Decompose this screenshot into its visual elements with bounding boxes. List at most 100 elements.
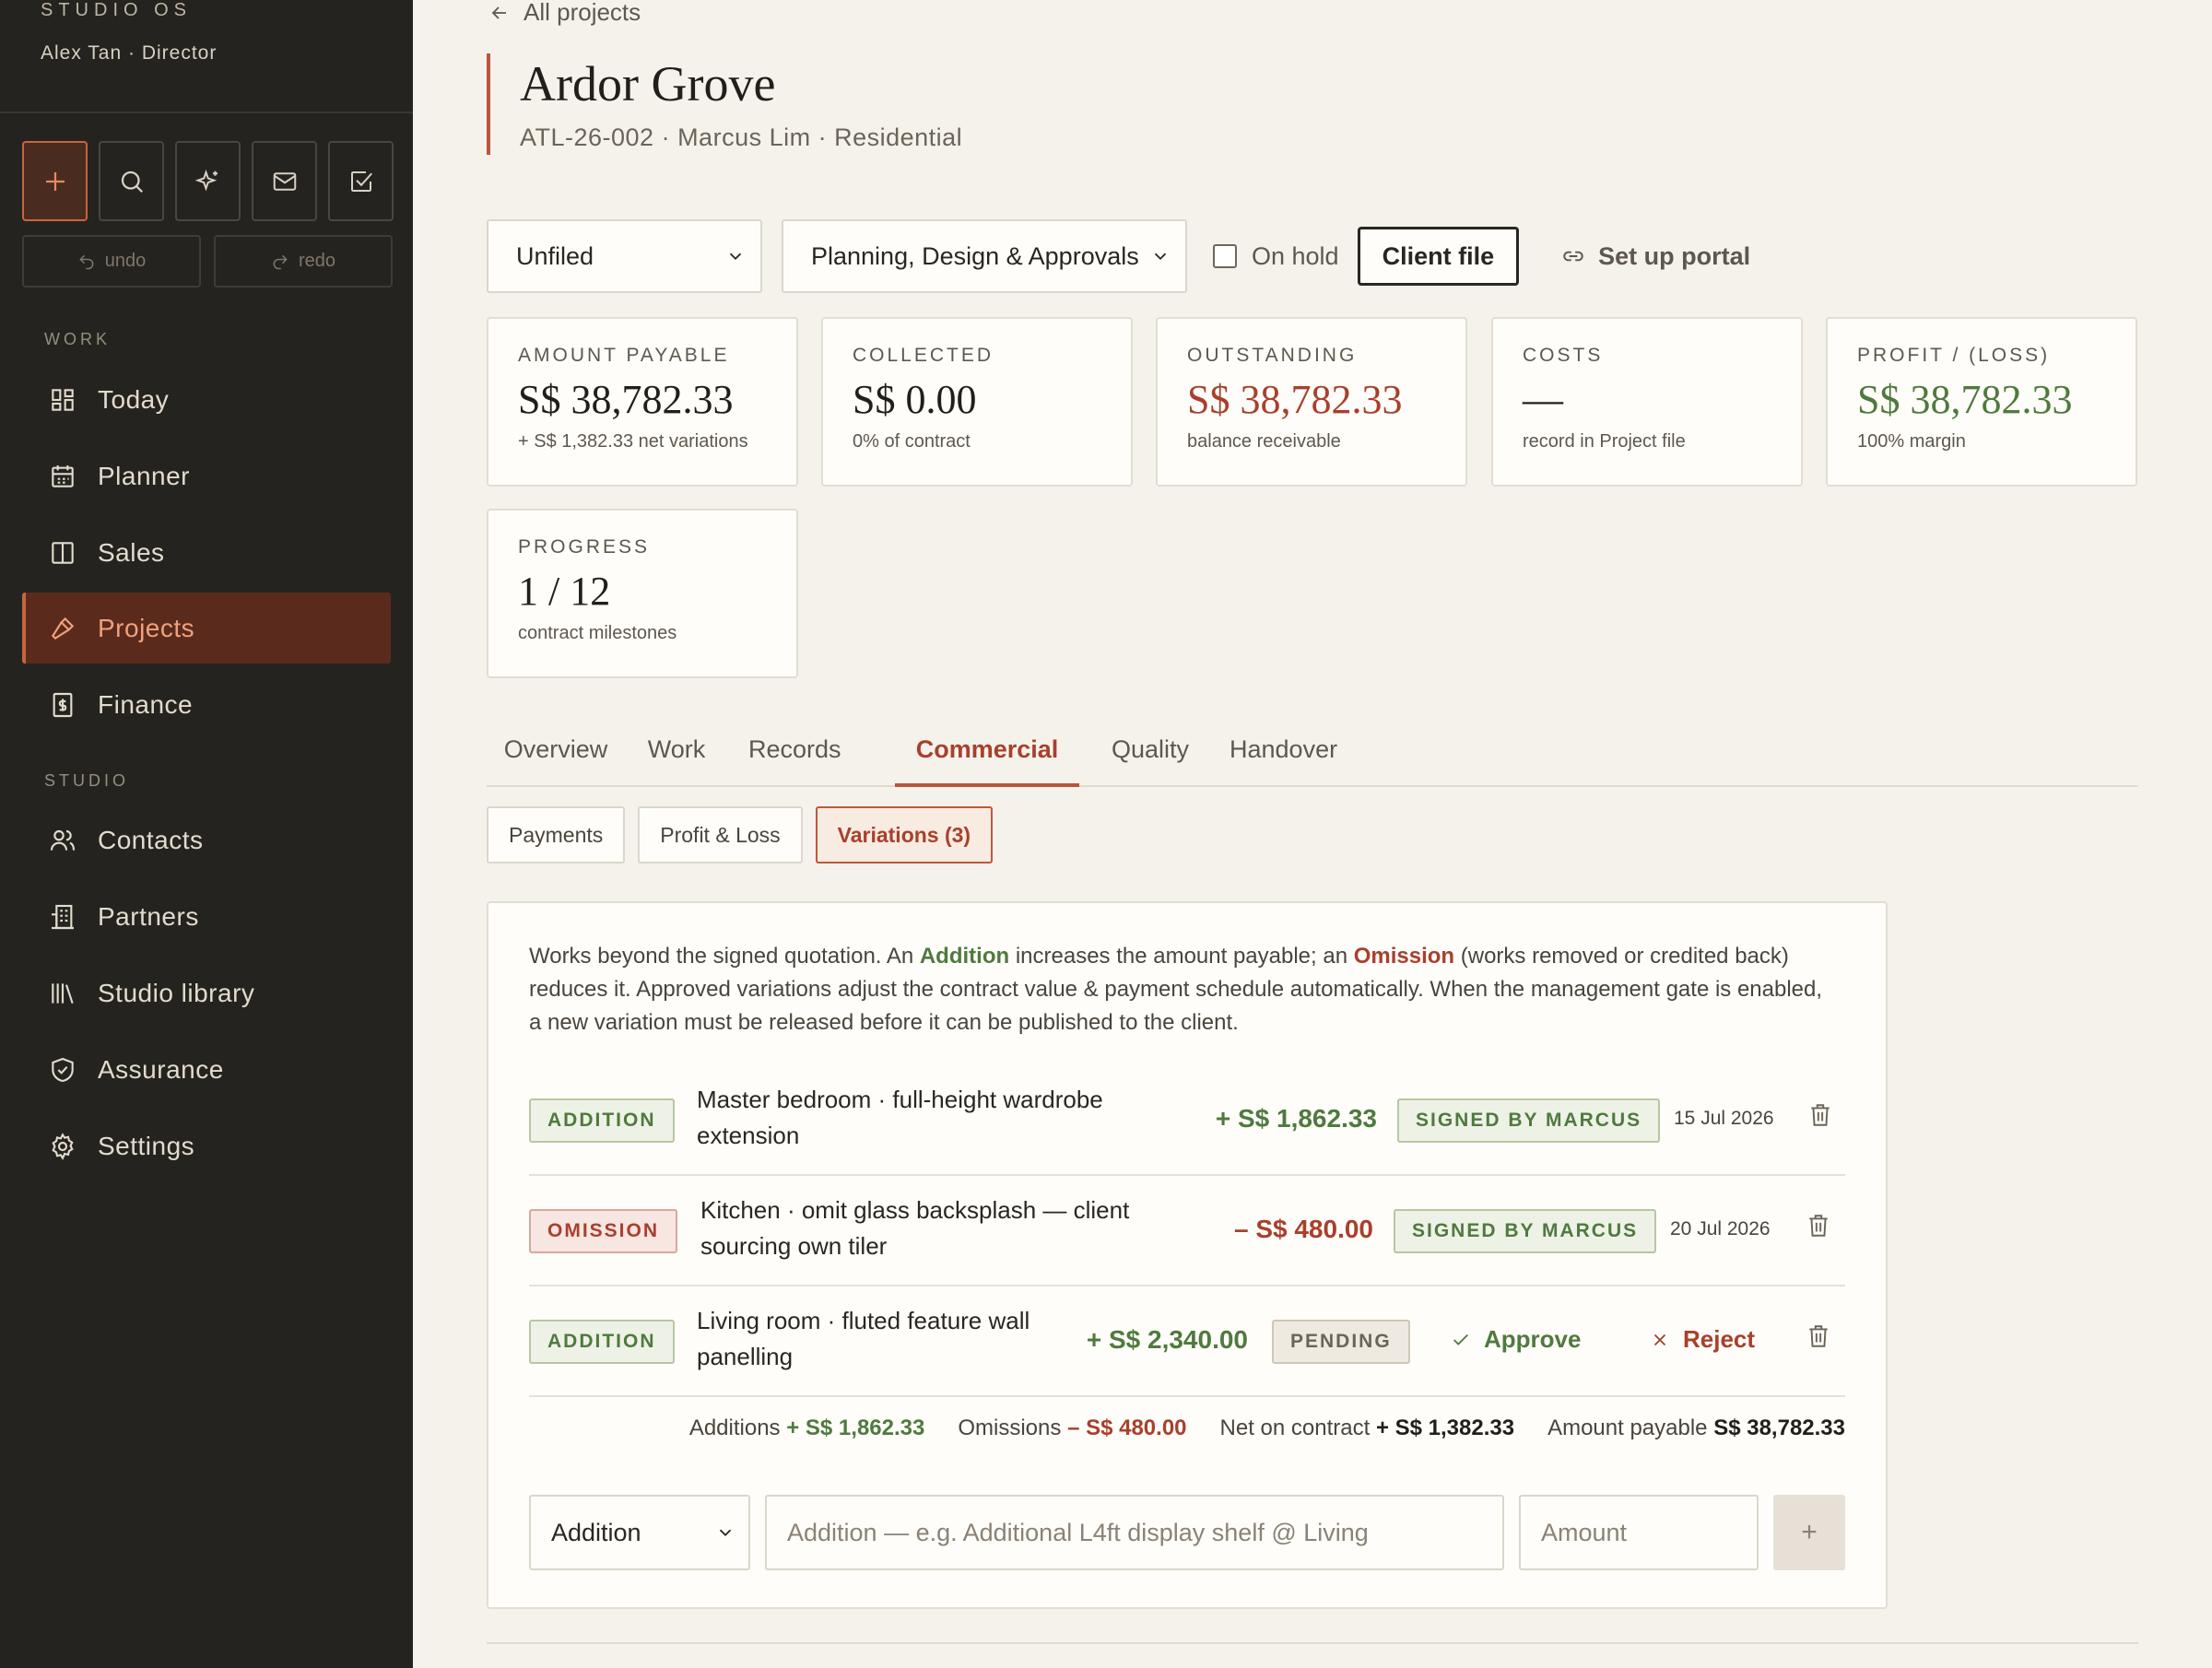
tab-quality[interactable]: Quality [1110, 719, 1191, 787]
mail-icon [273, 171, 296, 191]
variation-date: 15 Jul 2026 [1674, 1108, 1774, 1129]
tab-records[interactable]: Records [748, 719, 841, 787]
mail-button[interactable] [252, 141, 317, 221]
variation-description: Kitchen · omit glass backsplash — client… [700, 1196, 1130, 1260]
status-badge: SIGNED BY MARCUS [1397, 1098, 1661, 1143]
kpi-value: S$ 38,782.33 [1857, 377, 2073, 422]
nav-item-partners[interactable]: Partners [22, 881, 391, 952]
approve-button[interactable]: Approve [1451, 1325, 1581, 1354]
nav-item-today[interactable]: Today [22, 364, 391, 435]
nav-item-studio-library[interactable]: Studio library [22, 957, 391, 1028]
portal-label: Set up portal [1598, 241, 1751, 270]
chevron-down-icon [1154, 253, 1167, 261]
variation-type-select[interactable]: Addition [529, 1495, 750, 1570]
tab-handover[interactable]: Handover [1230, 719, 1337, 787]
type-badge: OMISSION [529, 1209, 678, 1253]
variation-amount-input[interactable]: Amount [1519, 1495, 1759, 1570]
sidebar-divider [0, 112, 413, 113]
library-icon [52, 982, 74, 1004]
trash-icon[interactable] [1808, 1102, 1832, 1128]
variation-totals: Additions + S$ 1,862.33 Omissions – S$ 4… [689, 1415, 1845, 1441]
project-tabs: Overview Work Records Commercial Quality… [487, 719, 2138, 787]
user-name-role: Alex Tan · Director [41, 42, 218, 64]
stage-select[interactable]: Planning, Design & Approvals [782, 219, 1187, 293]
commercial-subtabs: Payments Profit & Loss Variations (3) [487, 806, 994, 863]
kpi-sub: + S$ 1,382.33 net variations [518, 431, 748, 452]
redo-button[interactable]: redo [214, 235, 393, 288]
tasks-button[interactable] [328, 141, 394, 221]
gear-icon [52, 1132, 74, 1160]
kpi-value: S$ 38,782.33 [1187, 377, 1403, 422]
variation-date: 20 Jul 2026 [1670, 1218, 1771, 1239]
type-value: Addition [551, 1518, 641, 1546]
chevron-down-icon [729, 253, 742, 261]
nav-label: Projects [98, 613, 195, 642]
arrow-left-icon [491, 6, 506, 19]
history-controls: undo redo [22, 235, 393, 288]
tab-work[interactable]: Work [643, 719, 710, 787]
client-file-button[interactable]: Client file [1357, 227, 1520, 286]
trash-icon[interactable] [1806, 1213, 1830, 1239]
kpi-label: PROFIT / (LOSS) [1857, 345, 2051, 366]
kpi-value: 1 / 12 [518, 569, 611, 614]
total-label: Omissions [958, 1415, 1062, 1440]
link-icon [1563, 251, 1583, 262]
check-icon [1453, 1333, 1468, 1345]
kpi-sub: 100% margin [1857, 431, 1966, 452]
nav-item-assurance[interactable]: Assurance [22, 1034, 391, 1105]
tab-commercial[interactable]: Commercial [895, 719, 1079, 787]
variation-amount: – S$ 480.00 [1233, 1215, 1373, 1243]
calendar-icon [52, 464, 74, 487]
kpi-label: AMOUNT PAYABLE [518, 345, 730, 366]
total-value: + S$ 1,382.33 [1375, 1415, 1515, 1440]
nav-item-sales[interactable]: Sales [22, 517, 391, 588]
filing-select[interactable]: Unfiled [487, 219, 762, 293]
kpi-outstanding: OUTSTANDING S$ 38,782.33 balance receiva… [1156, 317, 1467, 487]
intro-text: Works beyond the signed quotation. An [529, 944, 920, 969]
new-button[interactable] [22, 141, 88, 221]
ai-button[interactable] [175, 141, 241, 221]
add-variation-button[interactable]: + [1773, 1495, 1845, 1570]
nav-label: Finance [98, 689, 194, 719]
page-title: Ardor Grove [520, 56, 776, 112]
nav-item-finance[interactable]: Finance [22, 669, 391, 740]
variation-row: ADDITION Living room · fluted feature wa… [529, 1286, 1845, 1397]
search-button[interactable] [99, 141, 164, 221]
chevron-down-icon [719, 1529, 732, 1537]
nav-item-settings[interactable]: Settings [22, 1110, 391, 1181]
set-up-portal-button[interactable]: Set up portal [1561, 242, 1750, 271]
subtab-profit-loss[interactable]: Profit & Loss [638, 806, 803, 863]
on-hold-checkbox[interactable] [1213, 244, 1237, 268]
undo-button[interactable]: undo [22, 235, 201, 288]
total-value: S$ 38,782.33 [1713, 1415, 1845, 1440]
nav-item-projects[interactable]: Projects [22, 593, 391, 664]
back-to-projects-link[interactable]: All projects [488, 0, 641, 27]
reject-button[interactable]: Reject [1650, 1325, 1755, 1354]
kpi-sub: 0% of contract [853, 431, 971, 452]
stage-value: Planning, Design & Approvals [811, 241, 1139, 270]
main-content: All projects Ardor Grove ATL-26-002 · Ma… [413, 0, 2212, 1668]
close-icon [1653, 1333, 1666, 1345]
total-payable: Amount payable S$ 38,782.33 [1547, 1415, 1845, 1441]
columns-icon [52, 541, 74, 564]
approve-label: Approve [1484, 1325, 1582, 1353]
kpi-costs: COSTS — record in Project file [1491, 317, 1803, 487]
undo-label: undo [104, 251, 147, 271]
trash-icon[interactable] [1806, 1323, 1830, 1349]
on-hold-toggle[interactable]: On hold [1213, 242, 1339, 271]
subtab-variations[interactable]: Variations (3) [815, 806, 994, 863]
tab-overview[interactable]: Overview [503, 719, 608, 787]
users-icon [50, 829, 76, 851]
total-label: Net on contract [1219, 1415, 1371, 1440]
kpi-sub: balance receivable [1187, 431, 1341, 452]
total-net: Net on contract + S$ 1,382.33 [1220, 1415, 1515, 1441]
intro-text: increases the amount payable; an [1009, 944, 1354, 969]
kpi-profit-loss: PROFIT / (LOSS) S$ 38,782.33 100% margin [1826, 317, 2137, 487]
variation-description-input[interactable]: Addition — e.g. Additional L4ft display … [765, 1495, 1504, 1570]
nav-item-contacts[interactable]: Contacts [22, 805, 391, 875]
sparkle-icon [194, 169, 218, 192]
nav-item-planner[interactable]: Planner [22, 440, 391, 511]
nav-label: Partners [98, 901, 199, 931]
kpi-collected: COLLECTED S$ 0.00 0% of contract [821, 317, 1133, 487]
subtab-payments[interactable]: Payments [487, 806, 626, 863]
